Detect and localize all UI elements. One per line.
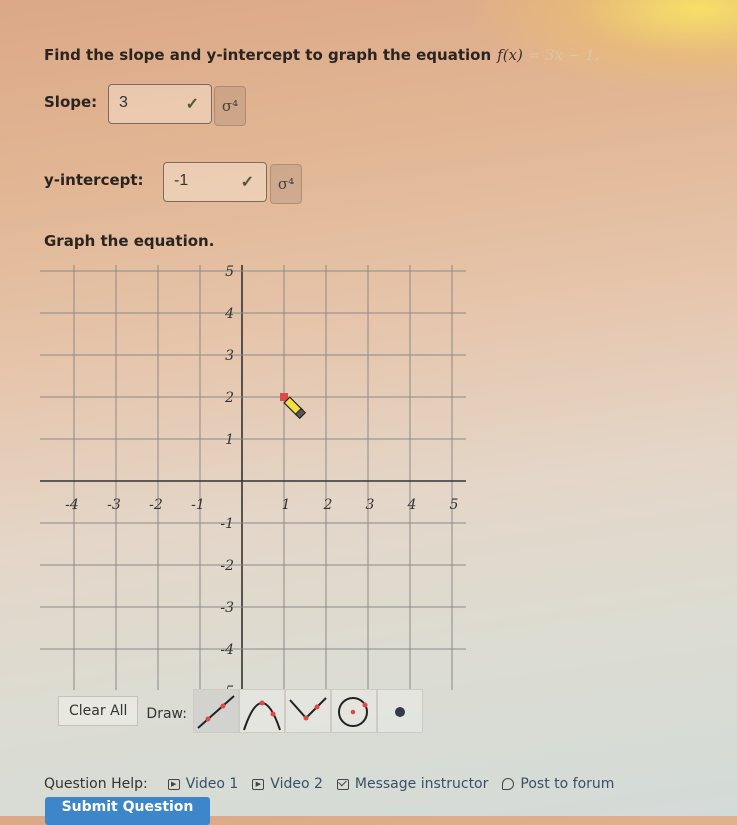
point-icon [394,707,405,717]
question-prompt: Find the slope and y-intercept to graph … [44,46,599,64]
x-tick-label: -3 [107,497,121,513]
y-tick-label: 5 [225,264,234,280]
graph-title: Graph the equation. [44,232,215,250]
intercept-label: y-intercept: [44,171,144,189]
slope-input[interactable]: 3 ✓ [108,84,212,124]
forum-icon [502,778,515,790]
clear-all-button[interactable]: Clear All [58,696,139,726]
draw-label: Draw: [146,706,187,722]
intercept-preview-button[interactable]: σ⁴ [270,164,302,204]
y-tick-label: -4 [220,642,234,658]
equation-fx: f(x) [497,46,523,64]
x-tick-label: -2 [149,497,163,513]
equation: f(x) = 3x − 1. [497,46,599,64]
question-help: Question Help: ▶ Video 1 ▶ Video 2 Message… [44,776,628,792]
y-tick-label: -3 [220,600,234,616]
pencil-cursor-icon [283,396,307,420]
question-help-label: Question Help: [44,776,148,792]
post-to-forum-label: Post to forum [520,776,615,792]
graph-canvas[interactable]: -5-4-3-2-11234554321-1-2-3-4-5 [40,250,470,690]
preview-icon: σ⁴ [221,97,239,115]
x-tick-label: -4 [65,497,79,513]
draw-toolbar: Clear All Draw: [58,689,423,733]
question-text: Find the slope and y-intercept to graph … [44,46,492,64]
checkmark-icon: ✓ [240,174,254,191]
parabola-icon [243,700,281,731]
absolute-value-tool-button[interactable] [284,689,331,733]
x-tick-label: 1 [282,497,291,513]
video-1-label: Video 1 [185,776,239,792]
video-1-link[interactable]: ▶ Video 1 [167,776,239,792]
checkmark-icon: ✓ [185,96,199,113]
equation-rhs: = 3x − 1. [522,46,600,64]
intercept-value: -1 [174,172,189,189]
y-tick-label: -2 [220,558,234,574]
slope-label: Slope: [44,93,98,111]
y-tick-label: 1 [225,432,234,448]
x-tick-label: 3 [366,497,375,513]
slope-value: 3 [119,94,128,111]
circle-icon [337,697,368,727]
intercept-input[interactable]: -1 ✓ [163,162,267,202]
slope-preview-button[interactable]: σ⁴ [214,86,246,126]
video-icon: ▶ [167,778,180,790]
post-to-forum-link[interactable]: Post to forum [502,776,614,792]
mail-icon [336,778,349,790]
y-tick-label: 3 [225,348,234,364]
x-tick-label: -1 [191,497,205,513]
parabola-tool-button[interactable] [238,689,285,733]
line-icon [197,695,235,729]
video-icon: ▶ [252,778,265,790]
circle-tool-button[interactable] [330,689,377,733]
message-instructor-link[interactable]: Message instructor [336,776,489,792]
message-instructor-label: Message instructor [354,776,489,792]
point-tool-button[interactable] [376,689,423,733]
line-tool-button[interactable] [192,689,239,733]
y-tick-label: 2 [224,390,234,406]
video-2-link[interactable]: ▶ Video 2 [252,776,323,792]
x-tick-label: 2 [323,497,333,513]
x-tick-label: 4 [407,497,417,513]
preview-icon: σ⁴ [277,175,295,193]
absolute-value-icon [289,697,327,721]
x-tick-label: 5 [450,497,459,513]
y-tick-label: 4 [224,306,234,322]
submit-question-button[interactable]: Submit Question [45,797,210,825]
video-2-label: Video 2 [270,776,323,792]
y-tick-label: -1 [220,516,234,532]
screen-glare [477,0,737,90]
